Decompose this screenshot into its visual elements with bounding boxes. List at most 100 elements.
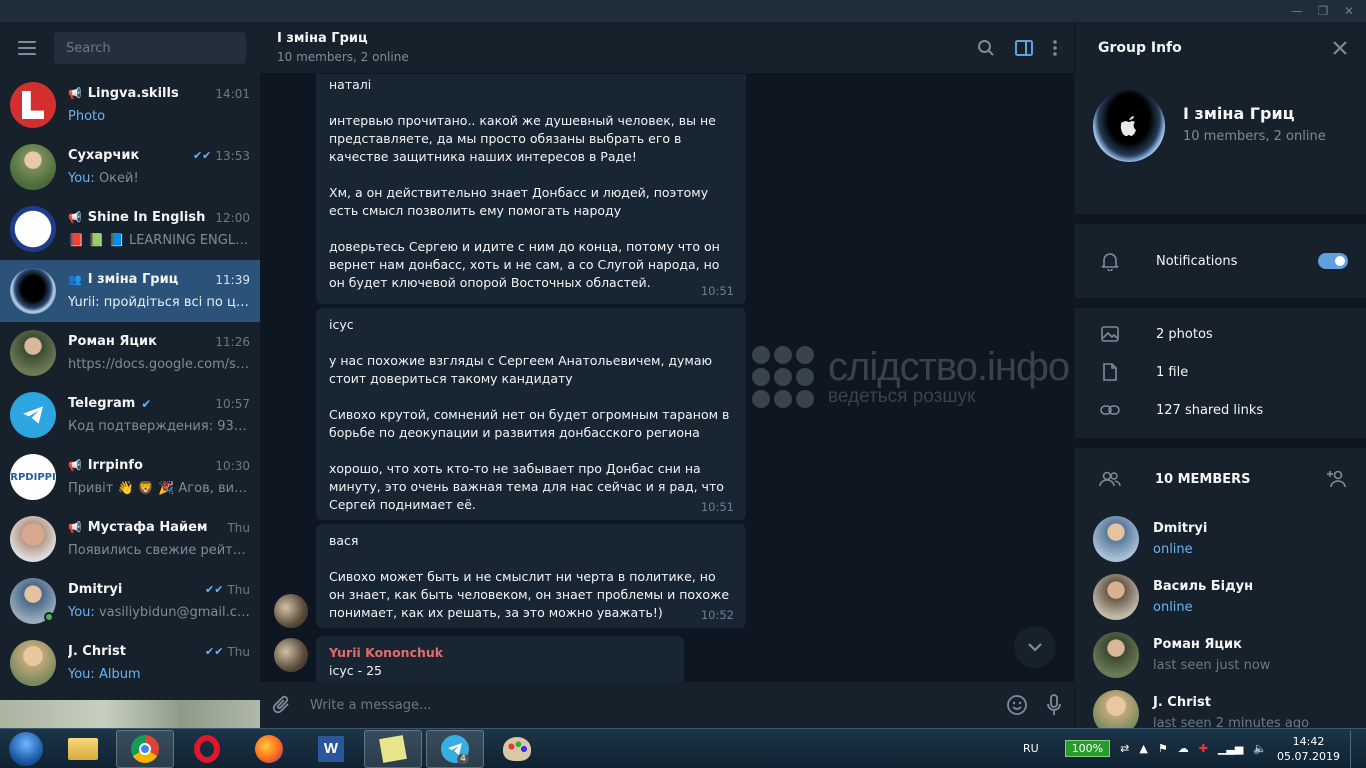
volume-icon[interactable]: 🔈 bbox=[1253, 742, 1267, 755]
sender-avatar[interactable] bbox=[274, 638, 308, 672]
chat-item[interactable]: RPDIPPI 📢 Irrpinfo 10:30 Привіт 👋 🦁 🎉 Агов, … bbox=[0, 446, 260, 508]
group-avatar[interactable] bbox=[1093, 90, 1165, 162]
conversation-title[interactable]: І зміна Гриц bbox=[277, 31, 409, 46]
clock[interactable]: 14:42 05.07.2019 bbox=[1277, 734, 1340, 764]
taskbar-telegram[interactable]: 4 bbox=[426, 729, 484, 768]
menu-icon[interactable] bbox=[18, 41, 36, 55]
shared-photos-row[interactable]: 2 photos bbox=[1075, 315, 1366, 353]
taskbar-chrome[interactable] bbox=[116, 729, 174, 768]
divider bbox=[1075, 438, 1366, 448]
start-button[interactable] bbox=[0, 729, 52, 768]
chat-preview: Появились свежие рейтинг... bbox=[68, 543, 250, 558]
message-area[interactable]: слідство.інфо ведеться розшук наталі инте… bbox=[260, 74, 1074, 682]
sender-avatar[interactable] bbox=[274, 594, 308, 628]
show-hidden-icons[interactable]: ▲ bbox=[1139, 742, 1147, 755]
message-text: интервью прочитано.. какой же душевный ч… bbox=[329, 113, 716, 164]
chat-avatar[interactable] bbox=[10, 144, 56, 190]
chat-avatar[interactable] bbox=[10, 330, 56, 376]
message-text: наталі bbox=[329, 77, 372, 92]
taskbar-explorer[interactable] bbox=[54, 730, 112, 768]
message-time: 10:51 bbox=[700, 284, 734, 298]
taskbar-paint[interactable] bbox=[488, 730, 546, 768]
member-item[interactable]: Роман Яцик last seen just now bbox=[1075, 626, 1366, 684]
bell-icon bbox=[1101, 253, 1119, 271]
chat-avatar[interactable] bbox=[10, 206, 56, 252]
member-item[interactable]: Василь Бідун online bbox=[1075, 568, 1366, 626]
channel-megaphone-icon: 📢 bbox=[68, 87, 82, 100]
chat-avatar[interactable] bbox=[10, 392, 56, 438]
search-input[interactable]: Search bbox=[54, 32, 246, 64]
scroll-down-button[interactable] bbox=[1014, 626, 1056, 668]
chat-item[interactable]: J. Christ ✔✔ Thu You: Album bbox=[0, 632, 260, 694]
cloud-icon[interactable]: ☁ bbox=[1178, 742, 1189, 755]
notifications-row[interactable]: Notifications bbox=[1075, 224, 1366, 298]
emoji-icon[interactable] bbox=[1006, 694, 1028, 716]
more-options-icon[interactable] bbox=[1053, 39, 1057, 56]
chat-item[interactable]: 📢 Lingva.skills 14:01 Photo bbox=[0, 74, 260, 136]
chat-item[interactable]: 📢 Shine In English 12:00 📕 📗 📘 LEARNING ENG… bbox=[0, 198, 260, 260]
member-item[interactable]: Dmitryi online bbox=[1075, 510, 1366, 568]
message-sender[interactable]: Yurii Kononchuk bbox=[329, 644, 671, 662]
windows-logo-icon bbox=[9, 731, 43, 766]
chat-avatar[interactable] bbox=[10, 578, 56, 624]
close-icon[interactable] bbox=[1332, 40, 1348, 56]
message-bubble[interactable]: вася Сивохо может быть и не смыслит ни че… bbox=[316, 524, 746, 628]
minimize-button[interactable]: — bbox=[1286, 2, 1308, 20]
chat-item[interactable]: Telegram ✔ 10:57 Код подтверждения: 93491. … bbox=[0, 384, 260, 446]
notifications-toggle[interactable] bbox=[1318, 253, 1348, 269]
read-checkmarks-icon: ✔✔ bbox=[205, 583, 224, 596]
member-status: last seen just now bbox=[1153, 658, 1271, 673]
antivirus-icon[interactable]: ✚ bbox=[1199, 742, 1208, 755]
message-bubble[interactable]: ісус у нас похожие взгляды с Сергеем Анат… bbox=[316, 308, 746, 520]
chat-item[interactable]: Dmitryi ✔✔ Thu You: vasiliybidun@gmail.com bbox=[0, 570, 260, 632]
chat-avatar[interactable]: RPDIPPI bbox=[10, 454, 56, 500]
restore-button[interactable]: ❐ bbox=[1312, 2, 1334, 20]
taskbar-sticky-notes[interactable] bbox=[364, 729, 422, 768]
shared-links-row[interactable]: 127 shared links bbox=[1075, 391, 1366, 429]
conversation-header[interactable]: І зміна Гриц 10 members, 2 online bbox=[260, 22, 1074, 74]
message-text: у нас похожие взгляды с Сергеем Анатолье… bbox=[329, 353, 713, 386]
notifications-label: Notifications bbox=[1156, 253, 1238, 269]
chat-item[interactable]: Роман Яцик 11:26 https://docs.google.com/s… bbox=[0, 322, 260, 384]
language-indicator[interactable]: RU bbox=[1023, 742, 1039, 755]
chat-item[interactable]: 📢 Мустафа Найем Thu Появились свежие рейтин… bbox=[0, 508, 260, 570]
chat-preview: Photo bbox=[68, 109, 106, 124]
member-list: Dmitryi online Василь Бідун online Роман Яци… bbox=[1075, 510, 1366, 728]
members-count-label: 10 MEMBERS bbox=[1155, 471, 1251, 487]
close-window-button[interactable]: ✕ bbox=[1338, 2, 1360, 20]
chat-time: 11:39 bbox=[215, 272, 250, 287]
network-icon[interactable]: ⇄ bbox=[1120, 742, 1129, 755]
member-avatar[interactable] bbox=[1093, 574, 1139, 620]
member-avatar[interactable] bbox=[1093, 690, 1139, 728]
chat-name: J. Christ bbox=[68, 644, 126, 659]
shared-photos-label: 2 photos bbox=[1156, 326, 1213, 342]
member-item[interactable]: J. Christ last seen 2 minutes ago bbox=[1075, 684, 1366, 728]
online-dot bbox=[44, 612, 54, 622]
show-desktop-button[interactable] bbox=[1350, 729, 1358, 768]
taskbar-firefox[interactable] bbox=[240, 730, 298, 768]
microphone-icon[interactable] bbox=[1046, 694, 1062, 716]
member-avatar[interactable] bbox=[1093, 516, 1139, 562]
chat-avatar[interactable] bbox=[10, 82, 56, 128]
attach-icon[interactable] bbox=[272, 694, 292, 716]
message-bubble[interactable]: Yurii Kononchuk ісус - 25 bbox=[316, 636, 684, 682]
sidebar-toggle-icon[interactable] bbox=[1015, 39, 1033, 56]
message-input[interactable]: Write a message... bbox=[310, 698, 988, 713]
chat-preview: Album bbox=[98, 667, 141, 682]
taskbar-word[interactable]: W bbox=[302, 730, 360, 768]
chat-avatar[interactable] bbox=[10, 516, 56, 562]
action-center-icon[interactable]: ⚑ bbox=[1158, 742, 1168, 755]
taskbar-opera[interactable] bbox=[178, 730, 236, 768]
chat-name: Shine In English bbox=[87, 210, 206, 225]
add-member-icon[interactable] bbox=[1326, 470, 1348, 488]
search-icon[interactable] bbox=[977, 39, 995, 57]
battery-indicator[interactable]: 100% bbox=[1064, 740, 1111, 757]
chat-avatar[interactable] bbox=[10, 268, 56, 314]
chat-item[interactable]: 👥 І зміна Гриц 11:39 Yurii: пройдіться всі … bbox=[0, 260, 260, 322]
message-bubble[interactable]: наталі интервью прочитано.. какой же душе… bbox=[316, 74, 746, 304]
member-avatar[interactable] bbox=[1093, 632, 1139, 678]
chat-avatar[interactable] bbox=[10, 640, 56, 686]
signal-icon[interactable]: ▁▃▅ bbox=[1218, 742, 1243, 755]
chat-item[interactable]: Сухарчик ✔✔ 13:53 You: Окей! bbox=[0, 136, 260, 198]
shared-files-row[interactable]: 1 file bbox=[1075, 353, 1366, 391]
